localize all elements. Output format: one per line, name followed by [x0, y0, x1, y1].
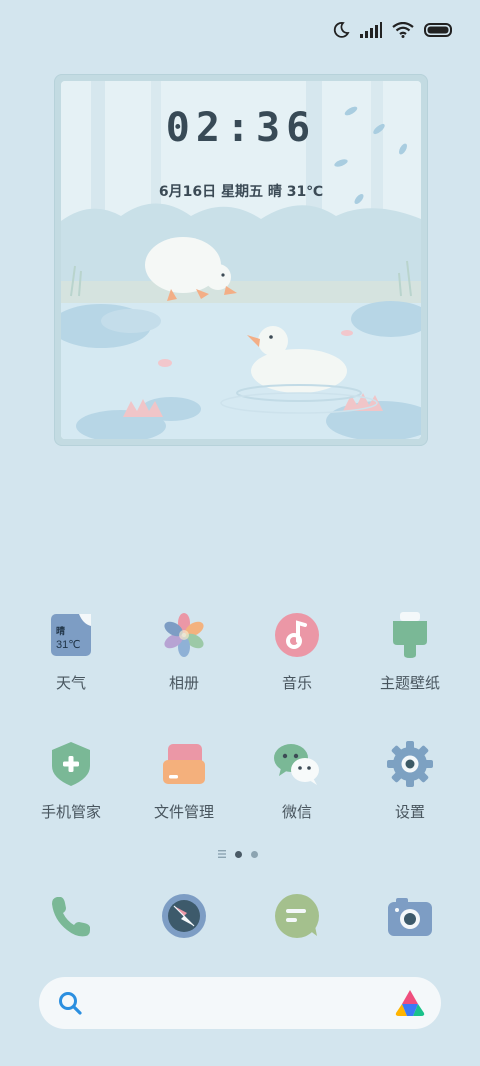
dock-browser[interactable] [160, 892, 208, 940]
messages-icon [275, 894, 319, 938]
gallery-icon [160, 611, 208, 659]
app-settings[interactable]: 设置 [362, 740, 458, 822]
dock-phone[interactable] [47, 892, 95, 940]
app-weather[interactable]: 晴 31℃ 天气 [23, 611, 119, 693]
browser-compass-icon [162, 894, 206, 938]
theme-icon [386, 611, 434, 659]
app-label-music: 音乐 [281, 675, 312, 692]
app-drawer-lines-icon[interactable] [218, 850, 226, 858]
clock-widget[interactable]: 02:36 6月16日 星期五 晴 31℃ [54, 74, 428, 446]
app-theme[interactable]: 主题壁纸 [362, 611, 458, 693]
app-label-weather: 天气 [55, 675, 86, 692]
search-icon[interactable] [57, 990, 83, 1016]
dock-camera[interactable] [386, 892, 434, 940]
page-dot-1[interactable] [235, 850, 242, 858]
app-label-files: 文件管理 [153, 804, 214, 821]
weather-temp-text: 31℃ [56, 639, 81, 651]
app-gallery[interactable]: 相册 [136, 611, 232, 693]
battery-icon [424, 23, 452, 37]
widget-scene: 02:36 6月16日 星期五 晴 31℃ [61, 81, 421, 439]
status-bar [0, 0, 480, 60]
app-label-gallery: 相册 [168, 675, 199, 692]
app-label-wechat: 微信 [281, 804, 312, 821]
app-label-settings: 设置 [394, 804, 425, 821]
folder-icon [160, 740, 208, 788]
status-icons [332, 21, 454, 39]
app-security[interactable]: 手机管家 [23, 740, 119, 822]
clock-date: 6月16日 星期五 晴 31℃ [158, 184, 324, 200]
security-shield-icon [47, 740, 95, 788]
phone-icon [52, 897, 90, 937]
camera-icon [388, 898, 432, 936]
music-icon [273, 611, 321, 659]
app-files[interactable]: 文件管理 [136, 740, 232, 822]
wifi-icon [392, 22, 414, 38]
wechat-icon [273, 740, 321, 788]
do-not-disturb-moon-icon [333, 22, 350, 38]
page-indicator[interactable] [218, 850, 258, 858]
app-music[interactable]: 音乐 [249, 611, 345, 693]
assistant-logo-icon[interactable] [395, 989, 425, 1017]
signal-icon [360, 22, 382, 38]
app-label-theme: 主题壁纸 [379, 675, 440, 692]
app-wechat[interactable]: 微信 [249, 740, 345, 822]
clock-time: 02:36 [165, 105, 317, 151]
dock-messages[interactable] [273, 892, 321, 940]
page-dot-2[interactable] [251, 850, 258, 858]
weather-icon: 晴 31℃ [47, 611, 95, 659]
gear-icon [386, 740, 434, 788]
app-label-security: 手机管家 [40, 804, 101, 821]
search-bar[interactable] [39, 977, 441, 1029]
weather-condition-text: 晴 [56, 626, 66, 636]
